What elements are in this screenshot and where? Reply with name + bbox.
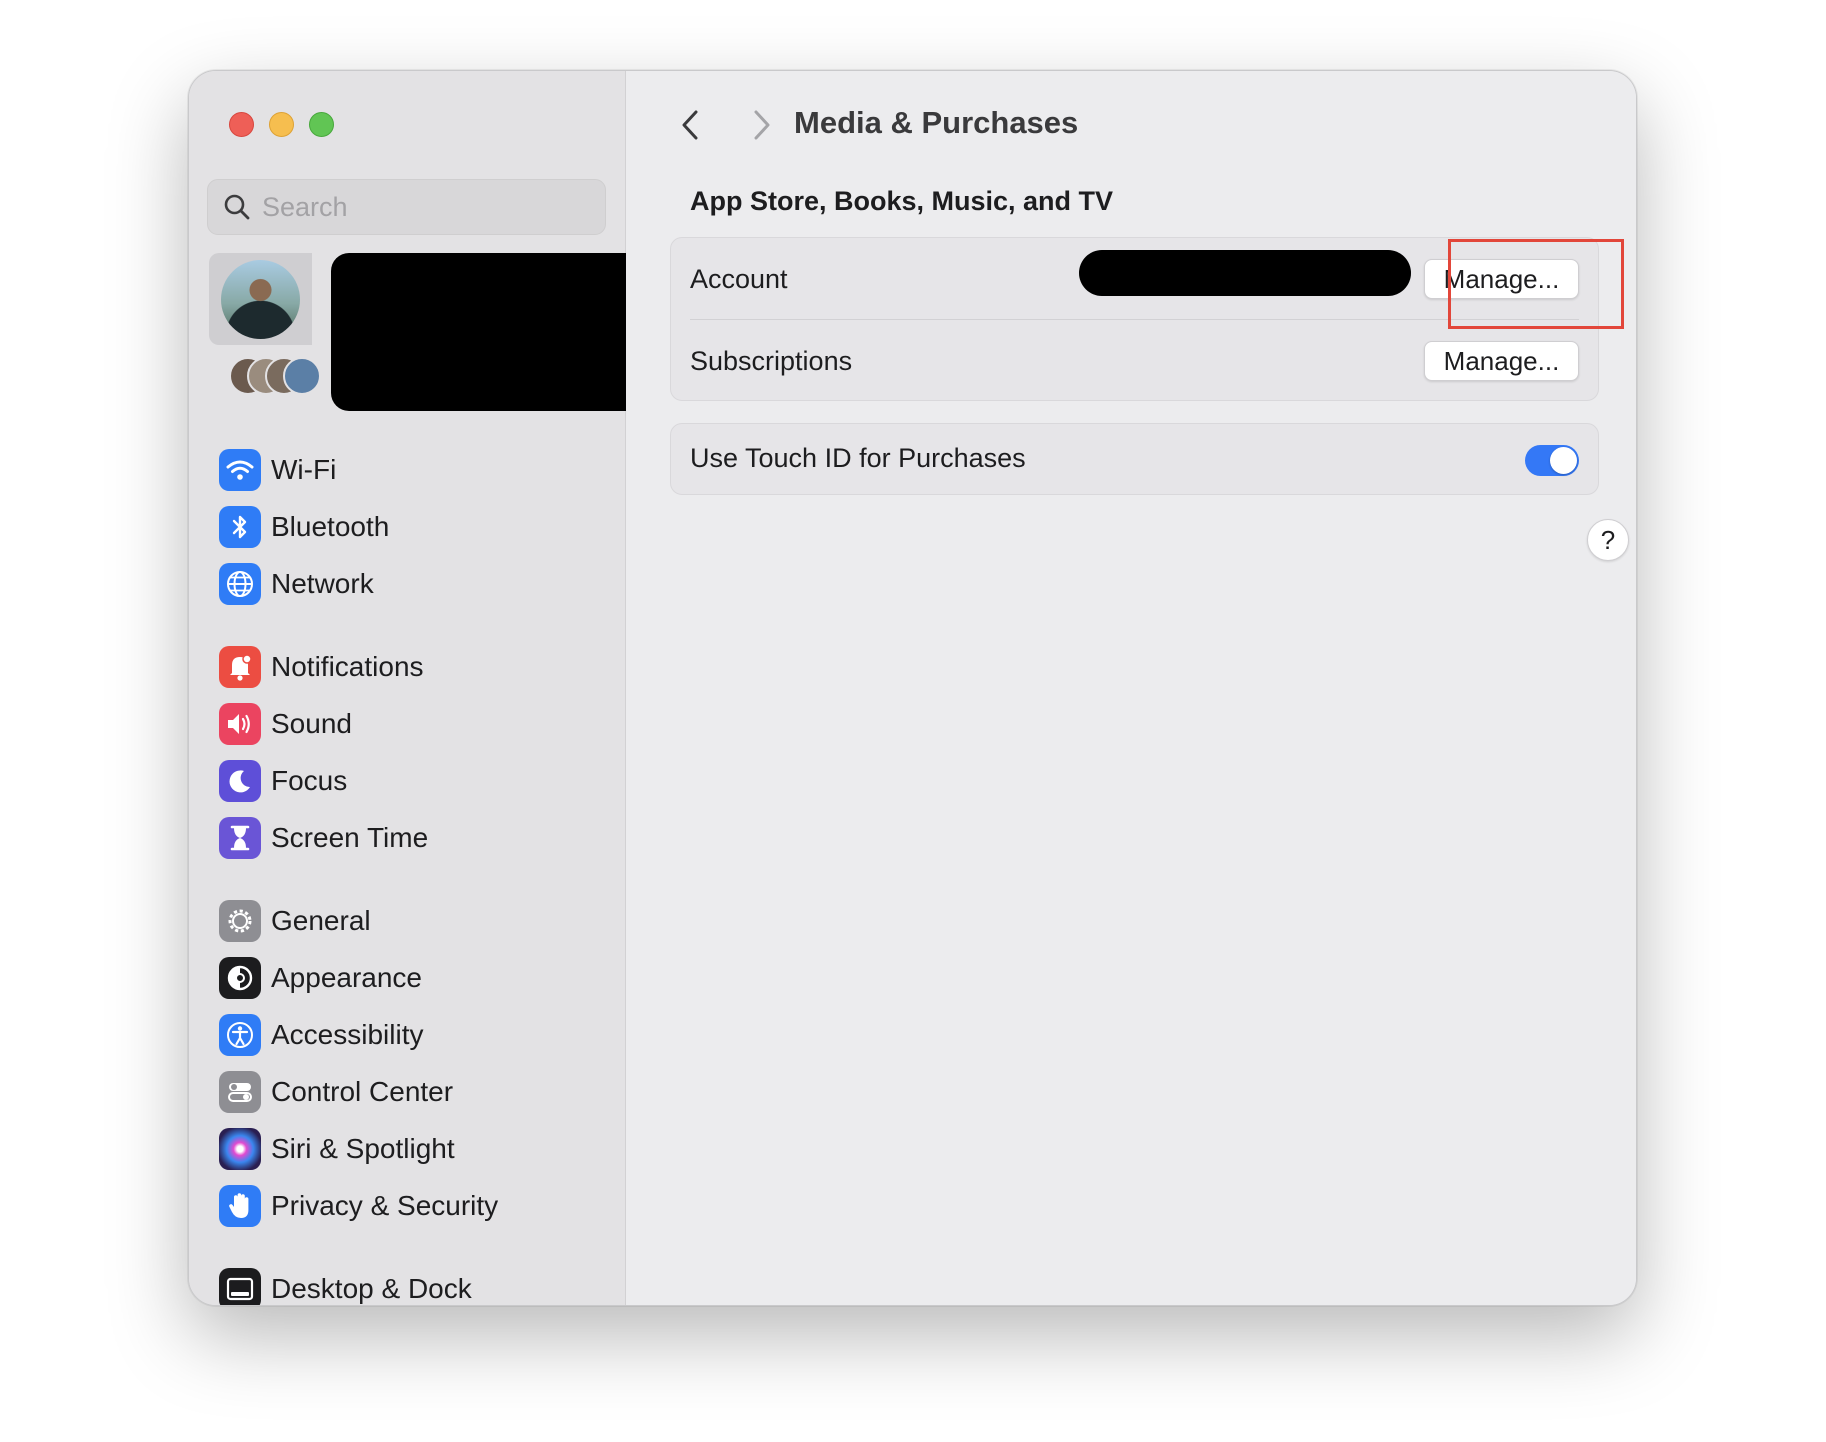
sidebar-item-label: Siri & Spotlight	[271, 1132, 455, 1164]
manage-subscriptions-button[interactable]: Manage...	[1424, 341, 1579, 381]
sidebar-item-focus[interactable]: Focus	[219, 752, 619, 809]
sidebar-item-bluetooth[interactable]: Bluetooth	[219, 498, 619, 555]
sidebar-item-label: Network	[271, 567, 374, 599]
close-window-button[interactable]	[229, 112, 254, 137]
sidebar-item-screen-time[interactable]: Screen Time	[219, 809, 619, 866]
redacted-account-email	[1079, 250, 1411, 296]
search-field[interactable]	[207, 179, 606, 235]
globe-icon	[219, 562, 261, 605]
sidebar-nav: Wi-Fi Bluetooth Network Notifications So…	[219, 441, 619, 1305]
sidebar-item-network[interactable]: Network	[219, 555, 619, 612]
manage-account-button[interactable]: Manage...	[1424, 259, 1579, 299]
apple-account-profile[interactable]	[209, 253, 646, 411]
toggle-knob	[1550, 447, 1577, 474]
sidebar-item-appearance[interactable]: Appearance	[219, 949, 619, 1006]
settings-content: Media & Purchases App Store, Books, Musi…	[626, 71, 1636, 1305]
sidebar-item-control-center[interactable]: Control Center	[219, 1063, 619, 1120]
sidebar-item-label: General	[271, 904, 371, 936]
moon-icon	[219, 759, 261, 802]
system-settings-window: Wi-Fi Bluetooth Network	[188, 70, 1637, 1306]
sidebar-item-label: Privacy & Security	[271, 1189, 499, 1221]
toggles-icon	[219, 1070, 261, 1113]
account-row: Account Manage...	[671, 238, 1598, 320]
account-label: Account	[690, 263, 788, 294]
sidebar-item-label: Bluetooth	[271, 510, 390, 542]
touch-id-label: Use Touch ID for Purchases	[690, 443, 1026, 473]
sidebar-group-attention: Notifications Sound Focus Screen Time	[219, 638, 619, 866]
sidebar: Wi-Fi Bluetooth Network	[189, 71, 646, 1305]
touch-id-toggle[interactable]	[1525, 445, 1579, 476]
section-title: App Store, Books, Music, and TV	[690, 186, 1114, 216]
sidebar-item-label: Control Center	[271, 1075, 454, 1107]
chevron-right-icon	[754, 110, 770, 140]
help-button[interactable]: ?	[1587, 519, 1629, 561]
zoom-window-button[interactable]	[309, 112, 334, 137]
sidebar-item-label: Notifications	[271, 650, 424, 682]
sidebar-item-privacy-security[interactable]: Privacy & Security	[219, 1177, 619, 1234]
search-icon	[224, 194, 250, 220]
family-avatar	[283, 357, 321, 395]
bluetooth-icon	[219, 505, 261, 548]
sidebar-item-label: Accessibility	[271, 1018, 424, 1050]
sidebar-item-label: Wi-Fi	[271, 453, 337, 485]
touch-id-group: Use Touch ID for Purchases	[670, 423, 1599, 495]
sidebar-item-accessibility[interactable]: Accessibility	[219, 1006, 619, 1063]
store-settings-group: Account Manage... Subscriptions Manage..…	[670, 237, 1599, 401]
search-input[interactable]	[262, 191, 582, 223]
sidebar-item-siri-spotlight[interactable]: Siri & Spotlight	[219, 1120, 619, 1177]
avatar[interactable]	[209, 253, 312, 345]
speaker-icon	[219, 702, 261, 745]
gear-icon	[219, 899, 261, 942]
wifi-icon	[219, 448, 261, 491]
sidebar-item-label: Desktop & Dock	[271, 1272, 472, 1304]
forward-button[interactable]	[744, 105, 780, 145]
sidebar-group-connectivity: Wi-Fi Bluetooth Network	[219, 441, 619, 612]
chevron-left-icon	[682, 110, 698, 140]
hand-icon	[219, 1184, 261, 1227]
sidebar-item-label: Focus	[271, 764, 348, 796]
sidebar-item-general[interactable]: General	[219, 892, 619, 949]
appearance-icon	[219, 956, 261, 999]
subscriptions-label: Subscriptions	[690, 345, 853, 376]
toolbar: Media & Purchases	[626, 71, 1636, 171]
accessibility-icon	[219, 1013, 261, 1056]
traffic-lights	[229, 112, 334, 137]
bell-icon	[219, 645, 261, 688]
sidebar-group-system: General Appearance Accessibility Control…	[219, 892, 619, 1234]
sidebar-item-desktop-dock[interactable]: Desktop & Dock	[219, 1260, 619, 1305]
page-title: Media & Purchases	[794, 105, 1079, 140]
sidebar-item-wifi[interactable]: Wi-Fi	[219, 441, 619, 498]
sidebar-item-notifications[interactable]: Notifications	[219, 638, 619, 695]
sidebar-item-sound[interactable]: Sound	[219, 695, 619, 752]
sidebar-item-label: Appearance	[271, 961, 423, 993]
hourglass-icon	[219, 816, 261, 859]
back-button[interactable]	[672, 105, 708, 145]
sidebar-item-label: Sound	[271, 707, 352, 739]
subscriptions-row: Subscriptions Manage...	[671, 320, 1598, 402]
family-avatars[interactable]	[229, 357, 321, 397]
sidebar-group-desktop: Desktop & Dock	[219, 1260, 619, 1305]
siri-icon	[219, 1127, 261, 1170]
user-photo	[221, 260, 300, 339]
dock-icon	[219, 1267, 261, 1305]
minimize-window-button[interactable]	[269, 112, 294, 137]
redacted-account-name	[331, 253, 646, 411]
sidebar-item-label: Screen Time	[271, 821, 429, 853]
